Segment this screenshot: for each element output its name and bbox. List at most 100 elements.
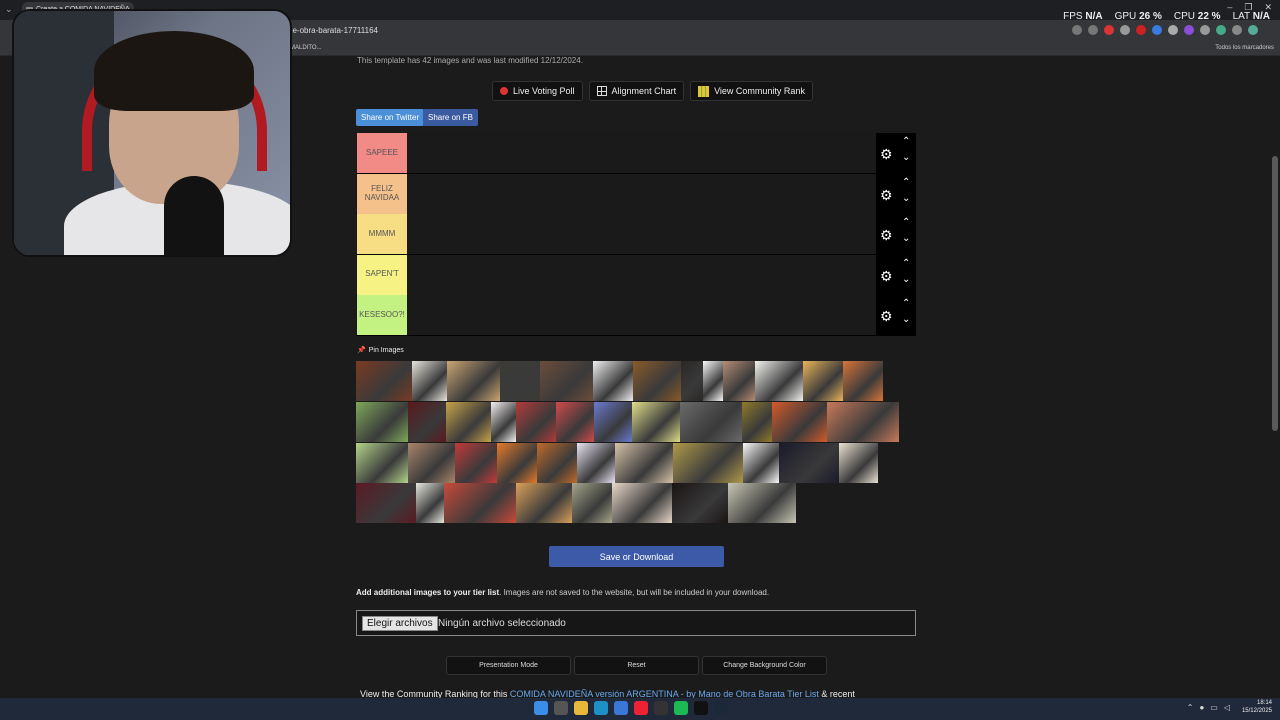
- tier-image-thumbnail[interactable]: [703, 361, 723, 401]
- tier-image-thumbnail[interactable]: [556, 402, 594, 442]
- chevron-down-icon[interactable]: ⌄: [902, 193, 910, 204]
- clock[interactable]: 18:14 15/12/2025: [1242, 700, 1272, 716]
- translate-icon[interactable]: [1072, 25, 1082, 35]
- network-icon[interactable]: ▭: [1210, 703, 1218, 712]
- tier-image-thumbnail[interactable]: [356, 483, 416, 523]
- tier-image-thumbnail[interactable]: [455, 443, 497, 483]
- tier-image-thumbnail[interactable]: [412, 361, 447, 401]
- tier-image-thumbnail[interactable]: [772, 402, 827, 442]
- tier-image-thumbnail[interactable]: [537, 443, 577, 483]
- chevron-up-icon[interactable]: ⌃: [902, 298, 910, 309]
- tier-drop-zone[interactable]: [407, 254, 876, 295]
- steam-icon[interactable]: [714, 701, 728, 715]
- tier-image-thumbnail[interactable]: [356, 443, 408, 483]
- file-upload-field[interactable]: Elegir archivos Ningún archivo seleccion…: [356, 610, 916, 636]
- tier-image-thumbnail[interactable]: [839, 443, 878, 483]
- tier-drop-zone[interactable]: [407, 173, 876, 214]
- tier-image-thumbnail[interactable]: [827, 402, 899, 442]
- extension-red-icon[interactable]: [1104, 25, 1114, 35]
- store-icon[interactable]: [614, 701, 628, 715]
- chevron-up-icon[interactable]: ⌃: [902, 217, 910, 228]
- tier-drop-zone[interactable]: [407, 295, 876, 335]
- tier-image-thumbnail[interactable]: [779, 443, 839, 483]
- tier-label[interactable]: MMMM: [357, 214, 407, 254]
- tier-image-thumbnail[interactable]: [356, 361, 412, 401]
- chevron-up-icon[interactable]: ⌃: [902, 136, 910, 147]
- extension-blue-icon[interactable]: [1152, 25, 1162, 35]
- alignment-chart-button[interactable]: Alignment Chart: [588, 81, 685, 101]
- tier-image-thumbnail[interactable]: [416, 483, 444, 523]
- chevron-up-icon[interactable]: ⌃: [902, 177, 910, 188]
- live-voting-poll-button[interactable]: Live Voting Poll: [492, 81, 583, 101]
- bookmark-item[interactable]: MALDITO...: [290, 45, 322, 51]
- extension-green-icon[interactable]: [1216, 25, 1226, 35]
- edge-icon[interactable]: [594, 701, 608, 715]
- chevron-up-icon[interactable]: ⌃: [1187, 703, 1194, 712]
- tier-image-thumbnail[interactable]: [672, 483, 728, 523]
- tier-image-thumbnail[interactable]: [516, 483, 572, 523]
- reset-button[interactable]: Reset: [574, 656, 699, 675]
- spotify-icon[interactable]: [674, 701, 688, 715]
- tier-image-thumbnail[interactable]: [843, 361, 883, 401]
- tier-label[interactable]: FELIZ NAVIDAA: [357, 173, 407, 214]
- chevron-down-icon[interactable]: ⌄: [902, 152, 910, 163]
- tier-image-thumbnail[interactable]: [572, 483, 612, 523]
- all-bookmarks[interactable]: Todos los marcadores: [1215, 45, 1274, 51]
- extension-purple-icon[interactable]: [1184, 25, 1194, 35]
- tier-label[interactable]: SAPEN'T: [357, 254, 407, 295]
- volume-icon[interactable]: ◁: [1224, 703, 1230, 712]
- page-scrollbar[interactable]: [1270, 56, 1280, 698]
- tier-label[interactable]: KESESOO?!: [357, 295, 407, 335]
- tab-search-icon[interactable]: ⌄: [5, 4, 13, 15]
- pin-images-label[interactable]: 📌 Pin Images: [357, 346, 404, 354]
- chevron-down-icon[interactable]: ⌄: [902, 314, 910, 325]
- extension-stop-icon[interactable]: [1136, 25, 1146, 35]
- puzzle-icon[interactable]: [1232, 25, 1242, 35]
- tier-image-thumbnail[interactable]: [500, 361, 540, 401]
- tier-image-thumbnail[interactable]: [446, 402, 491, 442]
- tier-image-thumbnail[interactable]: [444, 483, 516, 523]
- gear-icon[interactable]: ⚙: [880, 227, 893, 244]
- url-field[interactable]: de-obra-barata-17711164: [288, 26, 378, 35]
- change-background-button[interactable]: Change Background Color: [702, 656, 827, 675]
- extension-dots-icon[interactable]: [1200, 25, 1210, 35]
- tier-image-thumbnail[interactable]: [516, 402, 556, 442]
- profile-avatar-icon[interactable]: [1248, 25, 1258, 35]
- save-download-button[interactable]: Save or Download: [549, 546, 724, 567]
- tier-image-thumbnail[interactable]: [408, 443, 455, 483]
- tier-image-thumbnail[interactable]: [743, 443, 779, 483]
- tier-image-thumbnail[interactable]: [612, 483, 672, 523]
- extension-gray-icon[interactable]: [1120, 25, 1130, 35]
- tier-image-thumbnail[interactable]: [594, 402, 632, 442]
- tier-image-thumbnail[interactable]: [632, 402, 680, 442]
- tier-drop-zone[interactable]: [407, 214, 876, 254]
- tier-image-thumbnail[interactable]: [803, 361, 843, 401]
- chevron-down-icon[interactable]: ⌄: [902, 233, 910, 244]
- tier-image-thumbnail[interactable]: [755, 361, 803, 401]
- tier-drop-zone[interactable]: [407, 133, 876, 173]
- choose-files-button[interactable]: Elegir archivos: [362, 616, 438, 631]
- gear-icon[interactable]: ⚙: [880, 268, 893, 285]
- community-rank-button[interactable]: View Community Rank: [690, 81, 813, 101]
- share-twitter-button[interactable]: Share on Twitter: [356, 109, 425, 126]
- tier-image-thumbnail[interactable]: [447, 361, 500, 401]
- tier-label[interactable]: SAPEEE: [357, 133, 407, 173]
- tier-image-thumbnail[interactable]: [497, 443, 537, 483]
- tier-image-thumbnail[interactable]: [356, 402, 408, 442]
- terminal-icon[interactable]: [694, 701, 708, 715]
- tier-image-thumbnail[interactable]: [577, 443, 615, 483]
- tier-image-thumbnail[interactable]: [540, 361, 593, 401]
- tier-image-thumbnail[interactable]: [673, 443, 743, 483]
- tier-image-thumbnail[interactable]: [615, 443, 673, 483]
- tier-image-thumbnail[interactable]: [723, 361, 755, 401]
- chevron-up-icon[interactable]: ⌃: [902, 258, 910, 269]
- share-facebook-button[interactable]: Share on FB: [423, 109, 478, 126]
- scrollbar-thumb[interactable]: [1272, 156, 1278, 431]
- tier-image-thumbnail[interactable]: [408, 402, 446, 442]
- mic-icon[interactable]: ●: [1199, 703, 1204, 712]
- tier-image-thumbnail[interactable]: [491, 402, 516, 442]
- gear-icon[interactable]: ⚙: [880, 187, 893, 204]
- tier-image-thumbnail[interactable]: [742, 402, 772, 442]
- chevron-down-icon[interactable]: ⌄: [902, 274, 910, 285]
- start-icon[interactable]: [534, 701, 548, 715]
